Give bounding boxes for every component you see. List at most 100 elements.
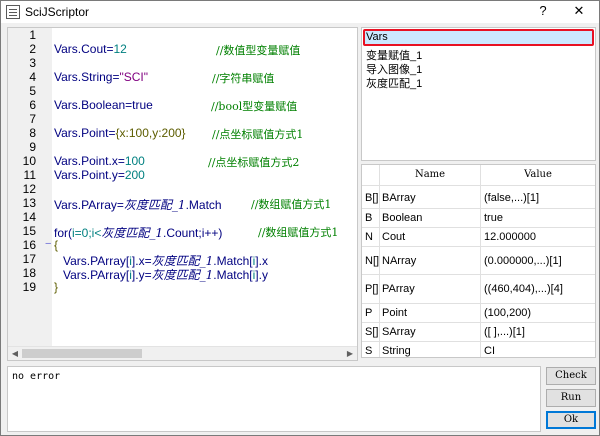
column-header-type (362, 165, 379, 186)
table-row[interactable]: B[] BArray (false,...)[1] (362, 187, 595, 209)
code-token: .Cout= (77, 42, 114, 56)
type-cell: S (365, 345, 373, 357)
window-title: SciJScriptor (25, 5, 90, 19)
code-token: Vars (54, 198, 78, 212)
code-token: 灰度匹配_1 (151, 268, 214, 282)
code-line-11[interactable]: Vars.Point.y=200 (54, 168, 145, 182)
code-line-6[interactable]: Vars.Boolean=true (54, 98, 153, 112)
help-button[interactable]: ? (523, 1, 563, 23)
type-cell: B[] (365, 191, 379, 204)
code-line-10[interactable]: Vars.Point.x=100 (54, 154, 145, 168)
line-number: 13 (22, 196, 36, 210)
code-token: i=0;i< (72, 226, 102, 240)
line-number: 11 (23, 168, 36, 182)
line-number: 4 (29, 70, 36, 84)
app-icon (6, 5, 20, 19)
line-number: 3 (29, 56, 36, 70)
type-cell: S[] (365, 326, 379, 338)
table-row[interactable]: B Boolean true (362, 209, 595, 228)
line-number: 15 (22, 224, 36, 238)
scroll-left-icon[interactable]: ◀ (9, 348, 21, 360)
code-comment: //数组赋值方式1 (258, 226, 339, 239)
line-number: 1 (29, 28, 36, 42)
code-token: "SCI" (119, 70, 149, 84)
line-number: 7 (29, 112, 36, 126)
scriptor-window: SciJScriptor ? ✕ 1 2 3 4 5 6 7 8 9 10 11 12 13 14 15 16… (0, 0, 600, 436)
variable-table[interactable]: Name Value B[] BArray (false,...)[1] B Boole… (361, 164, 596, 358)
code-token: .Match (185, 198, 222, 212)
name-cell: BArray (382, 191, 416, 204)
horizontal-scrollbar[interactable]: ◀ ▶ (8, 346, 357, 360)
variable-tree[interactable]: Vars 变量赋值_1 导入图像_1 灰度匹配_1 (361, 27, 596, 161)
code-token: 灰度匹配_1 (101, 226, 163, 240)
code-line-8[interactable]: Vars.Point={x:100,y:200} (54, 126, 186, 140)
code-line-18[interactable]: Vars.PArray[i].y=灰度匹配_1.Match[i].y (63, 266, 268, 283)
title-bar[interactable]: SciJScriptor ? ✕ (1, 1, 599, 23)
check-button[interactable]: Check (546, 367, 596, 385)
code-token: 12 (113, 42, 127, 56)
code-token: ].y (255, 268, 268, 282)
code-token: Vars (54, 98, 78, 112)
code-token: 200 (124, 168, 145, 182)
code-line-2[interactable]: Vars.Cout=12 (54, 42, 127, 56)
line-number: 18 (22, 266, 36, 280)
table-row[interactable]: P Point (100,200) (362, 304, 595, 323)
value-cell: 12.000000 (484, 231, 536, 243)
code-token: .Point= (77, 126, 116, 140)
output-console[interactable]: no error (7, 366, 541, 432)
code-editor[interactable]: 1 2 3 4 5 6 7 8 9 10 11 12 13 14 15 16 17 18 19− Vars.Cout… (7, 27, 358, 361)
fold-marker-icon[interactable]: − (45, 238, 51, 250)
value-cell: (false,...)[1] (484, 191, 540, 204)
code-line-13[interactable]: Vars.PArray=灰度匹配_1.Match (54, 196, 222, 213)
code-token: .PArray= (77, 198, 124, 212)
line-number: 10 (22, 154, 36, 168)
code-line-19[interactable]: } (54, 280, 58, 294)
code-line-16[interactable]: { (54, 238, 58, 252)
name-cell: SArray (382, 326, 416, 338)
code-token: .Count;i++) (163, 226, 223, 240)
table-row[interactable]: N Cout 12.000000 (362, 228, 595, 247)
ok-button[interactable]: Ok (546, 411, 596, 429)
table-row[interactable]: N[] NArray (0.000000,...)[1] (362, 247, 595, 275)
value-cell: (100,200) (484, 307, 532, 319)
name-cell: PArray (382, 283, 415, 295)
table-row[interactable]: S String CI (362, 342, 595, 357)
table-row[interactable]: P[] PArray ((460,404),...)[4] (362, 275, 595, 304)
code-token: .String= (77, 70, 120, 84)
type-cell: N[] (365, 254, 380, 267)
run-button[interactable]: Run (546, 389, 596, 407)
code-token: { (54, 238, 59, 252)
column-header-value[interactable]: Value (481, 165, 595, 186)
value-cell: ([ ],...)[1] (484, 326, 525, 338)
code-line-15[interactable]: for(i=0;i<灰度匹配_1.Count;i++) (54, 224, 222, 241)
code-line-4[interactable]: Vars.String="SCI" (54, 70, 148, 84)
name-cell: Boolean (382, 212, 423, 224)
column-header-name[interactable]: Name (380, 165, 480, 186)
code-token: {x:100,y:200} (115, 126, 186, 140)
value-cell: (0.000000,...)[1] (484, 254, 562, 267)
code-token: Vars (63, 268, 87, 282)
line-number: 16 (22, 238, 36, 252)
tree-item-vars[interactable]: Vars (366, 31, 388, 43)
line-number: 8 (29, 126, 36, 140)
code-token: Vars (54, 42, 78, 56)
line-number: 9 (29, 140, 36, 154)
line-number: 12 (22, 182, 36, 196)
scroll-thumb[interactable] (22, 349, 142, 358)
type-cell: P (365, 307, 373, 319)
code-token: Vars (54, 168, 78, 182)
scroll-right-icon[interactable]: ▶ (344, 348, 356, 360)
name-cell: Point (382, 307, 408, 319)
tree-item-gray-match[interactable]: 灰度匹配_1 (366, 75, 422, 91)
name-cell: String (382, 345, 411, 357)
code-token: .Match[ (213, 268, 253, 282)
value-cell: true (484, 212, 503, 224)
code-token: .Boolean=true (77, 98, 153, 112)
line-number: 17 (22, 252, 36, 266)
close-button[interactable]: ✕ (559, 1, 599, 23)
code-comment: //点坐标赋值方式1 (212, 128, 304, 141)
table-row[interactable]: S[] SArray ([ ],...)[1] (362, 323, 595, 342)
code-token: Vars (54, 126, 78, 140)
code-comment: //点坐标赋值方式2 (208, 156, 300, 169)
code-token: Vars (54, 154, 78, 168)
